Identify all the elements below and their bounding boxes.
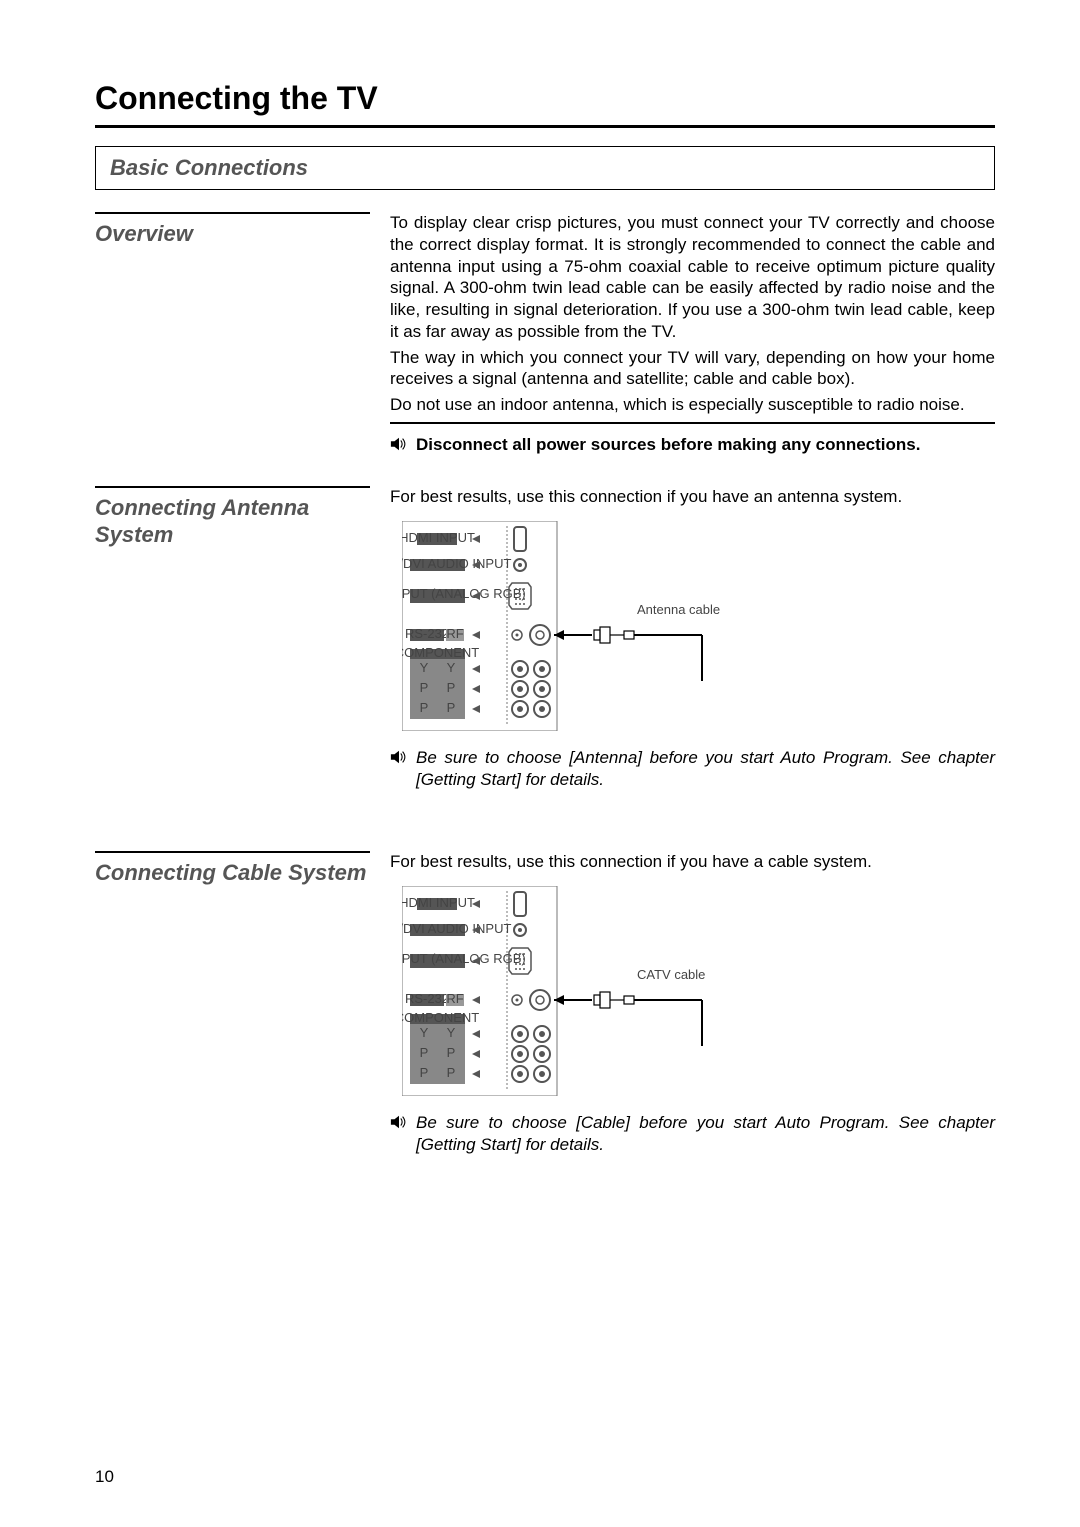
y-label-2: Y bbox=[447, 660, 456, 675]
y-label-1b: Y bbox=[420, 1025, 429, 1040]
component-label: COMPONENT bbox=[402, 1010, 479, 1025]
component-label: COMPONENT bbox=[402, 645, 479, 660]
overview-heading: Overview bbox=[95, 220, 370, 248]
pb-label-2: P bbox=[447, 680, 456, 695]
antenna-cable-label: Antenna cable bbox=[637, 602, 720, 617]
hdmi-label: HDMI INPUT bbox=[402, 895, 475, 910]
cable-note: Be sure to choose [Cable] before you sta… bbox=[390, 1112, 995, 1156]
y-label-1: Y bbox=[420, 660, 429, 675]
page-title: Connecting the TV bbox=[95, 80, 995, 117]
overview-rule bbox=[95, 212, 370, 214]
speaker-icon bbox=[390, 749, 408, 765]
antenna-heading: Connecting Antenna System bbox=[95, 494, 370, 549]
basic-connections-heading: Basic Connections bbox=[110, 155, 980, 181]
pr-label-1: P bbox=[420, 700, 429, 715]
hdmi-label: HDMI INPUT bbox=[402, 530, 475, 545]
antenna-rule bbox=[95, 486, 370, 488]
overview-row: Overview To display clear crisp pictures… bbox=[95, 212, 995, 456]
y-label-2b: Y bbox=[447, 1025, 456, 1040]
overview-para-1: To display clear crisp pictures, you mus… bbox=[390, 212, 995, 343]
pb-label-2b: P bbox=[447, 1045, 456, 1060]
antenna-note: Be sure to choose [Antenna] before you s… bbox=[390, 747, 995, 791]
overview-para-3: Do not use an indoor antenna, which is e… bbox=[390, 394, 995, 416]
cable-intro: For best results, use this connection if… bbox=[390, 851, 995, 873]
rf-label: RF bbox=[446, 991, 463, 1006]
rf-label: RF bbox=[446, 626, 463, 641]
dsub-audio-label: D-Sub/DVI AUDIO INPUT bbox=[402, 921, 511, 936]
pr-label-1b: P bbox=[420, 1065, 429, 1080]
pb-label-1b: P bbox=[420, 1045, 429, 1060]
cable-rule bbox=[95, 851, 370, 853]
cable-heading: Connecting Cable System bbox=[95, 859, 370, 887]
antenna-intro: For best results, use this connection if… bbox=[390, 486, 995, 508]
dsub-input-label: D-Sub INPUT (ANALOG RGB) bbox=[402, 586, 526, 601]
antenna-row: Connecting Antenna System For best resul… bbox=[95, 486, 995, 791]
dsub-audio-label: D-Sub/DVI AUDIO INPUT bbox=[402, 556, 511, 571]
antenna-diagram: HDMI INPUT D-Sub/DVI AUDIO INPUT D-Sub I… bbox=[402, 521, 995, 737]
antenna-note-text: Be sure to choose [Antenna] before you s… bbox=[416, 747, 995, 791]
pr-label-2b: P bbox=[447, 1065, 456, 1080]
pb-label-1: P bbox=[420, 680, 429, 695]
overview-divider bbox=[390, 422, 995, 424]
rs232-label: RS-232 bbox=[405, 626, 449, 641]
speaker-icon bbox=[390, 1114, 408, 1130]
catv-cable-label: CATV cable bbox=[637, 967, 705, 982]
overview-para-2: The way in which you connect your TV wil… bbox=[390, 347, 995, 391]
overview-warning-text: Disconnect all power sources before maki… bbox=[416, 434, 995, 456]
cable-row: Connecting Cable System For best results… bbox=[95, 851, 995, 1156]
cable-note-text: Be sure to choose [Cable] before you sta… bbox=[416, 1112, 995, 1156]
rs232-label: RS-232 bbox=[405, 991, 449, 1006]
cable-diagram: HDMI INPUT D-Sub/DVI AUDIO INPUT D-Sub I… bbox=[402, 886, 995, 1102]
speaker-icon bbox=[390, 436, 408, 452]
basic-connections-box: Basic Connections bbox=[95, 146, 995, 190]
page-number: 10 bbox=[95, 1467, 114, 1487]
dsub-input-label: D-Sub INPUT (ANALOG RGB) bbox=[402, 951, 526, 966]
title-underline bbox=[95, 125, 995, 128]
overview-warning: Disconnect all power sources before maki… bbox=[390, 434, 995, 456]
pr-label-2: P bbox=[447, 700, 456, 715]
